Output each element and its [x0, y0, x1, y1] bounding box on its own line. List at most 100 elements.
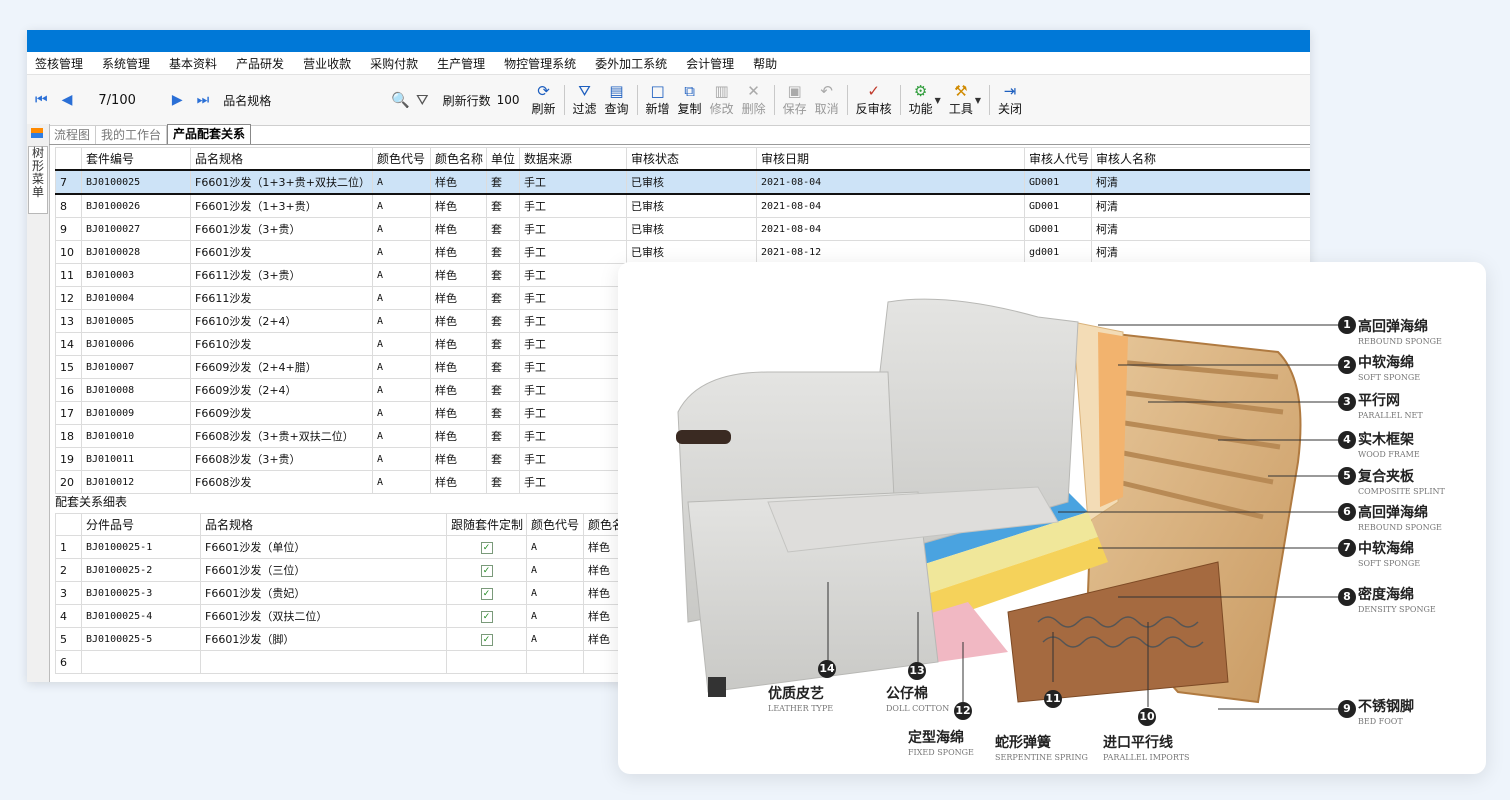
table-cell[interactable]: A: [372, 355, 431, 379]
table-cell[interactable]: 手工: [519, 401, 627, 425]
table-cell[interactable]: 7: [55, 169, 82, 195]
table-cell[interactable]: 手工: [519, 193, 627, 218]
table-cell[interactable]: F6609沙发: [190, 401, 373, 425]
col-date[interactable]: 审核日期: [756, 147, 1025, 171]
col-status[interactable]: 审核状态: [626, 147, 757, 171]
table-cell[interactable]: GD001: [1024, 217, 1092, 241]
table-cell[interactable]: 柯清: [1091, 169, 1310, 195]
table-cell[interactable]: F6601沙发（双扶二位）: [200, 604, 447, 628]
table-cell[interactable]: 手工: [519, 332, 627, 356]
table-cell[interactable]: 16: [55, 378, 82, 402]
table-cell[interactable]: BJ010004: [81, 286, 191, 310]
table-cell[interactable]: BJ0100025-1: [81, 535, 201, 559]
table-cell[interactable]: F6601沙发（3+贵）: [190, 217, 373, 241]
table-cell[interactable]: A: [372, 286, 431, 310]
table-cell[interactable]: 样色: [430, 193, 487, 218]
table-cell[interactable]: 套: [486, 169, 520, 195]
tree-menu-tab[interactable]: 树形菜单: [28, 146, 48, 214]
table-cell[interactable]: 样色: [430, 424, 487, 448]
sub-col-part-no[interactable]: 分件品号: [81, 513, 201, 536]
binoculars-icon[interactable]: 🔍: [391, 91, 410, 109]
table-cell[interactable]: 套: [486, 240, 520, 264]
table-row[interactable]: 7 BJ0100025 F6601沙发（1+3+贵+双扶二位） A 样色套手工 已审核 20…: [55, 169, 1310, 195]
table-cell[interactable]: 样色: [430, 378, 487, 402]
table-cell[interactable]: A: [372, 309, 431, 333]
table-cell[interactable]: BJ010009: [81, 401, 191, 425]
table-cell[interactable]: BJ010003: [81, 263, 191, 287]
col-unit[interactable]: 单位: [486, 147, 520, 171]
follow-kit-checkbox-cell[interactable]: ✓: [446, 558, 527, 582]
table-cell[interactable]: A: [372, 470, 431, 494]
table-cell[interactable]: 3: [55, 581, 82, 605]
table-row[interactable]: 8 BJ0100026 F6601沙发（1+3+贵） A 样色套手工 已审核 2021-08…: [55, 193, 1310, 218]
table-cell[interactable]: F6601沙发（贵妃）: [200, 581, 447, 605]
table-cell[interactable]: 1: [55, 535, 82, 559]
table-cell[interactable]: 样色: [430, 401, 487, 425]
table-cell[interactable]: A: [526, 581, 584, 605]
table-cell[interactable]: F6608沙发: [190, 470, 373, 494]
table-cell[interactable]: A: [372, 263, 431, 287]
menu-material-control[interactable]: 物控管理系统: [504, 55, 576, 72]
menu-sales[interactable]: 营业收款: [303, 55, 351, 72]
table-cell[interactable]: 手工: [519, 378, 627, 402]
table-cell[interactable]: BJ0100028: [81, 240, 191, 264]
close-button[interactable]: ⇥ 关闭: [998, 83, 1022, 117]
table-cell[interactable]: F6611沙发: [190, 286, 373, 310]
table-cell[interactable]: F6601沙发（单位）: [200, 535, 447, 559]
table-cell[interactable]: F6610沙发: [190, 332, 373, 356]
table-cell[interactable]: A: [372, 424, 431, 448]
table-cell[interactable]: BJ0100026: [81, 193, 191, 218]
table-cell[interactable]: 样色: [430, 332, 487, 356]
table-cell[interactable]: BJ010007: [81, 355, 191, 379]
table-cell[interactable]: F6609沙发（2+4+腊）: [190, 355, 373, 379]
table-cell[interactable]: A: [372, 217, 431, 241]
sub-table-row[interactable]: 6: [55, 650, 656, 674]
table-cell[interactable]: A: [526, 558, 584, 582]
table-cell[interactable]: BJ0100025-4: [81, 604, 201, 628]
table-cell[interactable]: 2021-08-04: [756, 193, 1025, 218]
table-cell[interactable]: 6: [55, 650, 82, 674]
table-cell[interactable]: A: [372, 193, 431, 218]
cancel-button[interactable]: ↶ 取消: [815, 83, 839, 117]
table-cell[interactable]: [200, 650, 447, 674]
sub-col-color-code[interactable]: 颜色代号: [526, 513, 584, 536]
table-cell[interactable]: A: [526, 627, 584, 651]
table-cell[interactable]: F6601沙发（1+3+贵）: [190, 193, 373, 218]
table-cell[interactable]: F6611沙发（3+贵）: [190, 263, 373, 287]
menu-basic-data[interactable]: 基本资料: [169, 55, 217, 72]
table-cell[interactable]: F6601沙发（三位）: [200, 558, 447, 582]
table-cell[interactable]: 手工: [519, 240, 627, 264]
table-cell[interactable]: 样色: [430, 217, 487, 241]
table-cell[interactable]: F6608沙发（3+贵+双扶二位）: [190, 424, 373, 448]
col-kit-no[interactable]: 套件编号: [81, 147, 191, 171]
sub-table-row[interactable]: 4 BJ0100025-4 F6601沙发（双扶二位） ✓ A 样色: [55, 604, 656, 628]
col-spec[interactable]: 品名规格: [190, 147, 373, 171]
menu-help[interactable]: 帮助: [753, 55, 777, 72]
table-cell[interactable]: 手工: [519, 424, 627, 448]
table-cell[interactable]: 套: [486, 378, 520, 402]
table-cell[interactable]: F6601沙发: [190, 240, 373, 264]
menu-product-dev[interactable]: 产品研发: [236, 55, 284, 72]
menu-system[interactable]: 系统管理: [102, 55, 150, 72]
menu-approval[interactable]: 签核管理: [35, 55, 83, 72]
sub-table-row[interactable]: 3 BJ0100025-3 F6601沙发（贵妃） ✓ A 样色: [55, 581, 656, 605]
table-cell[interactable]: 手工: [519, 286, 627, 310]
follow-kit-checkbox[interactable]: ✓: [480, 588, 493, 600]
table-row[interactable]: 9 BJ0100027 F6601沙发（3+贵） A 样色套手工 已审核 2021-08-0…: [55, 217, 1310, 241]
copy-button[interactable]: ⧉ 复制: [678, 83, 702, 117]
table-cell[interactable]: 2021-08-12: [756, 240, 1025, 264]
table-cell[interactable]: BJ010012: [81, 470, 191, 494]
table-cell[interactable]: 套: [486, 332, 520, 356]
col-color-name[interactable]: 颜色名称: [430, 147, 487, 171]
table-cell[interactable]: 手工: [519, 447, 627, 471]
follow-kit-checkbox-cell[interactable]: ✓: [446, 581, 527, 605]
function-button[interactable]: ⚙ 功能: [909, 83, 933, 117]
table-cell[interactable]: 套: [486, 286, 520, 310]
tab-product-kit[interactable]: 产品配套关系: [167, 124, 252, 144]
table-cell[interactable]: 手工: [519, 169, 627, 195]
follow-kit-checkbox-cell[interactable]: ✓: [446, 604, 527, 628]
table-cell[interactable]: 17: [55, 401, 82, 425]
table-cell[interactable]: 套: [486, 355, 520, 379]
follow-kit-checkbox-cell[interactable]: ✓: [446, 627, 527, 651]
table-cell[interactable]: 手工: [519, 309, 627, 333]
